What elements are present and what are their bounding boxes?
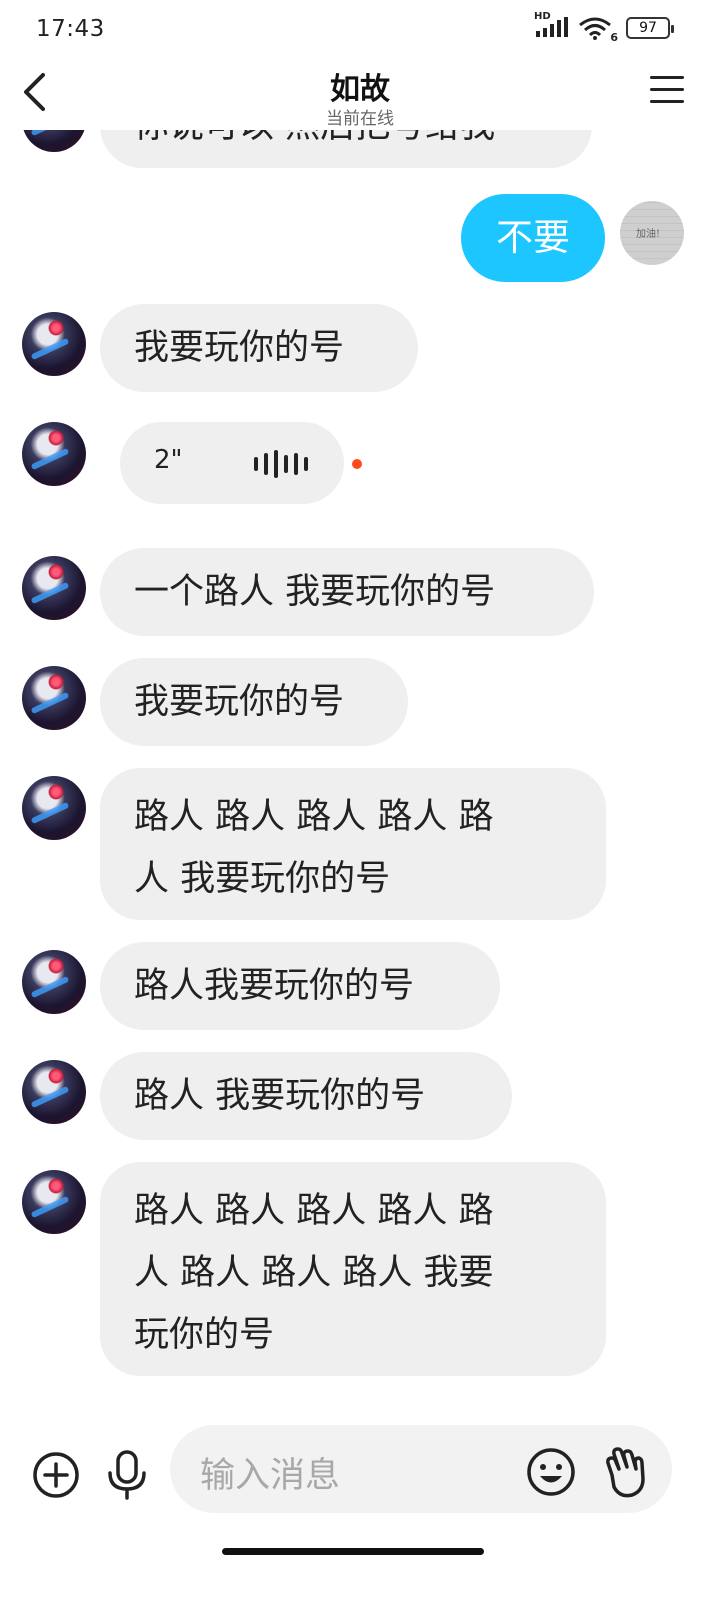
menu-button[interactable]	[650, 76, 686, 108]
contact-avatar[interactable]	[22, 1060, 86, 1124]
message-text: 我要玩你的号	[134, 328, 345, 368]
hamburger-menu-icon	[650, 76, 684, 79]
contact-avatar[interactable]	[22, 130, 86, 152]
voice-input-button[interactable]	[104, 1449, 150, 1501]
message-bubble[interactable]: 路人 路人 路人 路人 路 人 路人 路人 路人 我要 玩你的号	[100, 1162, 606, 1376]
hand-wave-icon	[606, 1447, 645, 1498]
message-text-line: 玩你的号	[134, 1315, 275, 1355]
message-text: 不要	[496, 216, 570, 259]
hamburger-menu-line	[650, 88, 684, 91]
microphone-icon	[108, 1450, 146, 1500]
wifi-standard-label: 6	[610, 31, 618, 44]
plus-circle-icon	[33, 1452, 79, 1498]
message-bubble[interactable]: 路人 我要玩你的号	[100, 1052, 512, 1140]
chat-title: 如故	[330, 72, 390, 107]
emoji-button[interactable]	[526, 1447, 576, 1497]
chat-screen: 17:43 HD 6 97 如故 当前在线 不要 加油! 我要玩你的号 2" 一…	[0, 0, 720, 1600]
cellular-signal-icon: HD	[534, 11, 568, 39]
self-avatar[interactable]: 加油!	[620, 201, 684, 265]
contact-avatar[interactable]	[22, 950, 86, 1014]
contact-avatar[interactable]	[22, 1170, 86, 1234]
message-text: 路人我要玩你的号	[134, 966, 415, 1006]
message-text-line: 人 我要玩你的号	[134, 859, 391, 899]
avatar-handwriting: 加油!	[636, 229, 661, 240]
wifi-icon: 6	[578, 16, 618, 44]
online-status: 当前在线	[326, 109, 394, 129]
status-bar: 17:43 HD 6 97	[0, 0, 720, 58]
message-bubble[interactable]: 路人 路人 路人 路人 路 人 我要玩你的号	[100, 768, 606, 920]
message-text: 你说可以 然后把号给我	[134, 130, 495, 157]
message-list[interactable]: 你说可以 然后把号给我 不要 加油! 我要玩你的号 2"	[0, 130, 720, 1415]
message-input[interactable]	[170, 1425, 672, 1513]
message-input-bar: 输入消息	[0, 1415, 720, 1535]
contact-avatar[interactable]	[22, 556, 86, 620]
contact-avatar[interactable]	[22, 312, 86, 376]
hamburger-menu-line	[650, 100, 684, 103]
status-time: 17:43	[36, 16, 105, 42]
message-text-line: 人 路人 路人 路人 我要	[134, 1253, 494, 1293]
contact-avatar[interactable]	[22, 422, 86, 486]
battery-icon: 97	[626, 17, 674, 39]
message-text: 路人 我要玩你的号	[134, 1076, 426, 1116]
message-bubble[interactable]: 我要玩你的号	[100, 658, 408, 746]
unread-indicator	[352, 459, 362, 469]
message-text-line: 路人 路人 路人 路人 路	[134, 1191, 494, 1231]
contact-avatar[interactable]	[22, 776, 86, 840]
message-bubble-self[interactable]: 不要	[461, 194, 605, 282]
add-attachment-button[interactable]	[32, 1451, 80, 1499]
contact-avatar[interactable]	[22, 666, 86, 730]
quick-reaction-button[interactable]	[600, 1445, 650, 1499]
message-bubble[interactable]: 一个路人 我要玩你的号	[100, 548, 594, 636]
voice-message-bubble[interactable]: 2"	[120, 422, 344, 504]
status-icons: HD 6 97	[534, 11, 674, 44]
message-text: 我要玩你的号	[134, 682, 345, 722]
home-indicator[interactable]	[222, 1548, 484, 1555]
voice-wave-icon	[254, 450, 308, 478]
message-bubble[interactable]: 我要玩你的号	[100, 304, 418, 392]
message-text: 一个路人 我要玩你的号	[134, 572, 496, 612]
smiley-icon	[527, 1448, 575, 1496]
voice-duration: 2"	[154, 445, 183, 475]
message-bubble[interactable]: 路人我要玩你的号	[100, 942, 500, 1030]
message-bubble[interactable]: 你说可以 然后把号给我	[100, 130, 592, 168]
chat-header: 如故 当前在线	[0, 58, 720, 130]
message-text-line: 路人 路人 路人 路人 路	[134, 797, 494, 837]
